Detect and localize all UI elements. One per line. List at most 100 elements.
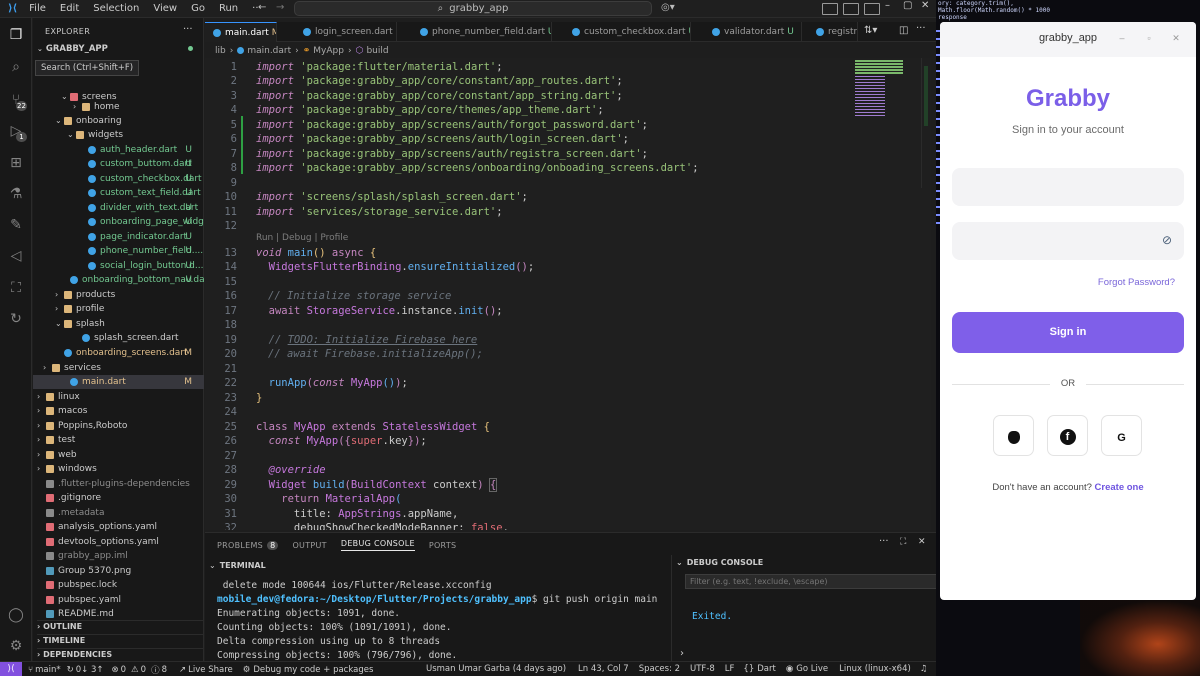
explorer-item[interactable]: phone_number_field.... U xyxy=(33,244,204,258)
explorer-item[interactable]: social_login_button.d... U xyxy=(33,259,204,273)
explorer-item[interactable]: ⌄ splash xyxy=(33,317,204,331)
tab-login-screen[interactable]: login_screen.dart U xyxy=(295,22,397,42)
breadcrumb-myapp[interactable]: MyApp xyxy=(313,46,344,56)
explorer-icon[interactable]: ❐ xyxy=(7,26,25,44)
terminal-output[interactable]: delete mode 100644 ios/Flutter/Release.x… xyxy=(217,579,672,662)
tab-problems[interactable]: PROBLEMS xyxy=(217,541,263,550)
language-mode[interactable]: Dart xyxy=(757,664,776,674)
explorer-item[interactable]: custom_buttom.dart U xyxy=(33,157,204,171)
minimize-icon[interactable]: – xyxy=(885,0,890,11)
explorer-item[interactable]: analysis_options.yaml xyxy=(33,520,204,534)
explorer-item[interactable]: ⌄ widgets xyxy=(33,128,204,142)
tab-output[interactable]: OUTPUT xyxy=(292,541,326,550)
explorer-item[interactable]: custom_checkbox.dart U xyxy=(33,172,204,186)
password-field[interactable]: ⊘ xyxy=(952,222,1184,260)
minimap[interactable] xyxy=(855,58,917,128)
error-count[interactable]: 0 xyxy=(121,665,126,675)
app-close-icon[interactable]: ✕ xyxy=(1172,34,1180,43)
explorer-item[interactable]: devtools_options.yaml xyxy=(33,535,204,549)
back-arrow-icon[interactable]: ← xyxy=(258,2,266,13)
explorer-item[interactable]: ⌄ onboaring xyxy=(33,114,204,128)
explorer-item[interactable]: onboarding_page_widget....U xyxy=(33,215,204,229)
timeline-section[interactable]: › TIMELINE xyxy=(37,634,203,645)
explorer-item[interactable]: › linux xyxy=(33,390,204,404)
explorer-item[interactable]: onboarding_screens.dart M xyxy=(33,346,204,360)
testing-icon[interactable]: ⚗ xyxy=(7,185,25,203)
tab-phone-number-field[interactable]: phone_number_field.dart U xyxy=(412,22,552,42)
forward-arrow-icon[interactable]: → xyxy=(276,2,284,13)
tab-ports[interactable]: PORTS xyxy=(429,541,457,550)
code-editor[interactable]: 1 2 3 4 5 6 7 8 9 10 11 12 13 14 15 16 17 18 19 20 21 22 23 24 2… xyxy=(205,58,931,530)
explorer-item[interactable]: pubspec.yaml xyxy=(33,593,204,607)
tab-registr[interactable]: registr xyxy=(808,22,858,42)
extensions-icon[interactable]: ⊞ xyxy=(7,154,25,172)
git-branch[interactable]: main* xyxy=(35,665,61,675)
explorer-item[interactable]: auth_header.dart U xyxy=(33,143,204,157)
vertical-scrollbar[interactable] xyxy=(921,58,931,188)
maximize-panel-icon[interactable]: ⛶ xyxy=(900,537,906,547)
info-count[interactable]: 8 xyxy=(162,665,167,675)
explorer-item[interactable]: › profile xyxy=(33,302,204,316)
menu-view[interactable]: View xyxy=(153,3,177,14)
menu-selection[interactable]: Selection xyxy=(93,3,139,14)
breadcrumb-lib[interactable]: lib xyxy=(215,46,226,56)
explorer-item[interactable]: custom_text_field.dart U xyxy=(33,186,204,200)
explorer-more-icon[interactable]: ··· xyxy=(183,24,193,35)
tab-main-dart[interactable]: main.dart M xyxy=(205,22,277,42)
encoding[interactable]: UTF-8 xyxy=(690,664,715,674)
settings-gear-icon[interactable]: ⚙ xyxy=(7,637,25,655)
close-panel-icon[interactable]: ✕ xyxy=(918,537,926,547)
forgot-password-link[interactable]: Forgot Password? xyxy=(1090,277,1175,288)
explorer-item[interactable]: .metadata xyxy=(33,506,204,520)
flutter-icon[interactable]: ◁ xyxy=(7,247,25,265)
notifications-bell-icon[interactable]: ♫ xyxy=(920,664,928,674)
copilot-icon[interactable]: ◎▾ xyxy=(661,2,675,13)
project-root[interactable]: ⌄ GRABBY_APP xyxy=(37,44,108,54)
git-blame[interactable]: Usman Umar Garba (4 days ago) xyxy=(426,664,566,674)
menu-go[interactable]: Go xyxy=(191,3,205,14)
breadcrumb-main[interactable]: main.dart xyxy=(247,46,291,56)
breadcrumb-build[interactable]: build xyxy=(366,46,388,56)
go-live[interactable]: Go Live xyxy=(796,664,828,674)
eye-off-icon[interactable]: ⊘ xyxy=(1162,233,1172,247)
more-actions-icon[interactable]: ··· xyxy=(879,536,889,547)
debug-filter-input[interactable] xyxy=(685,574,937,589)
split-editor-icon[interactable]: ◫ xyxy=(899,25,908,36)
tab-debug-console[interactable]: DEBUG CONSOLE xyxy=(340,539,415,551)
explorer-item[interactable]: › Poppins,Roboto xyxy=(33,419,204,433)
explorer-item[interactable]: › web xyxy=(33,448,204,462)
flutter-device[interactable]: Linux (linux-x64) xyxy=(839,664,911,674)
run-dropdown-icon[interactable]: ⇅▾ xyxy=(864,25,877,36)
explorer-item[interactable]: › services xyxy=(33,361,204,375)
explorer-item[interactable]: › macos xyxy=(33,404,204,418)
search-icon[interactable]: ⌕ xyxy=(7,58,25,76)
explorer-item[interactable]: Group 5370.png xyxy=(33,564,204,578)
menu-run[interactable]: Run xyxy=(219,3,238,14)
explorer-item[interactable]: ⌄ screens xyxy=(33,90,204,104)
sign-in-button[interactable]: Sign in xyxy=(952,312,1184,353)
explorer-item[interactable]: .gitignore xyxy=(33,491,204,505)
toggle-secondary-sidebar-icon[interactable] xyxy=(864,3,880,15)
command-center-search[interactable]: ⌕ grabby_app xyxy=(294,1,652,16)
explorer-item[interactable]: grabby_app.iml xyxy=(33,549,204,563)
explorer-item[interactable]: › test xyxy=(33,433,204,447)
menu-file[interactable]: File xyxy=(29,3,46,14)
explorer-item[interactable]: pubspec.lock xyxy=(33,578,204,592)
live-share-icon[interactable]: ↻ xyxy=(7,310,25,328)
more-actions-icon[interactable]: ··· xyxy=(916,23,926,34)
end-of-line[interactable]: LF xyxy=(725,664,735,674)
git-sync[interactable]: 0↓ 3↑ xyxy=(76,665,104,675)
app-minimize-icon[interactable]: – xyxy=(1118,34,1126,43)
app-maximize-icon[interactable]: ▫ xyxy=(1145,34,1153,43)
cursor-position[interactable]: Ln 43, Col 7 xyxy=(578,664,629,674)
remote-explorer-icon[interactable]: ✎ xyxy=(7,216,25,234)
maximize-icon[interactable]: ▢ xyxy=(903,0,912,11)
apple-login-button[interactable] xyxy=(993,415,1034,456)
toggle-panel-icon[interactable] xyxy=(843,3,859,15)
devtools-icon[interactable]: ⛶ xyxy=(7,279,25,297)
remote-indicator-icon[interactable]: ⟩⟨ xyxy=(0,662,22,676)
google-login-button[interactable]: G xyxy=(1101,415,1142,456)
tab-validator[interactable]: validator.dart U xyxy=(704,22,802,42)
codelens-run-debug[interactable]: Run | Debug | Profile xyxy=(256,233,348,243)
explorer-item[interactable]: page_indicator.dart U xyxy=(33,230,204,244)
